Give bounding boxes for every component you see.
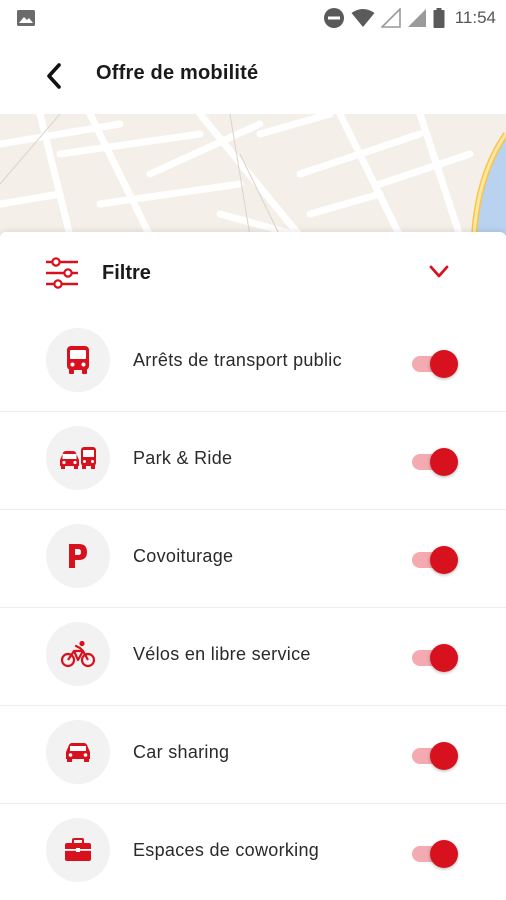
filter-row-car-sharing[interactable]: Car sharing [0, 706, 506, 804]
page-title: Offre de mobilité [96, 62, 259, 84]
image-icon [17, 10, 35, 26]
switch-thumb [430, 448, 458, 476]
switch-thumb [430, 840, 458, 868]
switch-thumb [430, 546, 458, 574]
status-icons: 11:54 [323, 6, 496, 30]
filter-switch[interactable] [408, 446, 460, 478]
bus-icon [46, 328, 110, 392]
signal-icon [407, 9, 426, 27]
sliders-icon [46, 257, 78, 289]
filter-row-label: Car sharing [133, 742, 230, 762]
filter-row-label: Vélos en libre service [133, 644, 311, 664]
car-icon [46, 720, 110, 784]
app-header: Offre de mobilité [0, 36, 506, 114]
filter-label: Filtre [102, 262, 151, 284]
filter-row-label: Espaces de coworking [133, 840, 320, 860]
filter-panel: Filtre Arrêts de transport public Park &… [0, 232, 506, 900]
bicycle-icon [46, 622, 110, 686]
filter-list: Arrêts de transport public Park & Ride C… [0, 314, 506, 900]
filter-switch[interactable] [408, 348, 460, 380]
filter-switch[interactable] [408, 642, 460, 674]
switch-thumb [430, 350, 458, 378]
map-streets [0, 114, 506, 236]
parking-icon [46, 524, 110, 588]
filter-row-public-transport[interactable]: Arrêts de transport public [0, 314, 506, 412]
back-arrow-icon [47, 63, 61, 89]
filter-row-label: Park & Ride [133, 448, 233, 468]
filter-row-coworking[interactable]: Espaces de coworking [0, 804, 506, 900]
back-button[interactable] [34, 56, 74, 96]
briefcase-icon [46, 818, 110, 882]
filter-switch[interactable] [408, 740, 460, 772]
wifi-icon [351, 9, 375, 27]
filter-switch[interactable] [408, 544, 460, 576]
filter-row-label: Covoiturage [133, 546, 234, 566]
filter-switch[interactable] [408, 838, 460, 870]
do-not-disturb-icon [323, 8, 344, 28]
chevron-down-icon[interactable] [428, 264, 450, 280]
switch-thumb [430, 742, 458, 770]
status-time: 11:54 [454, 8, 496, 27]
filter-row-bike-sharing[interactable]: Vélos en libre service [0, 608, 506, 706]
filter-row-park-and-ride[interactable]: Park & Ride [0, 412, 506, 510]
car-bus-icon [46, 426, 110, 490]
status-bar: 11:54 [0, 0, 506, 36]
filter-row-label: Arrêts de transport public [133, 350, 342, 370]
filter-toggle-header[interactable]: Filtre [0, 232, 506, 314]
battery-icon [433, 8, 445, 28]
signal-icon [380, 8, 401, 28]
filter-row-carpooling[interactable]: Covoiturage [0, 510, 506, 608]
map-view[interactable] [0, 114, 506, 236]
switch-thumb [430, 644, 458, 672]
